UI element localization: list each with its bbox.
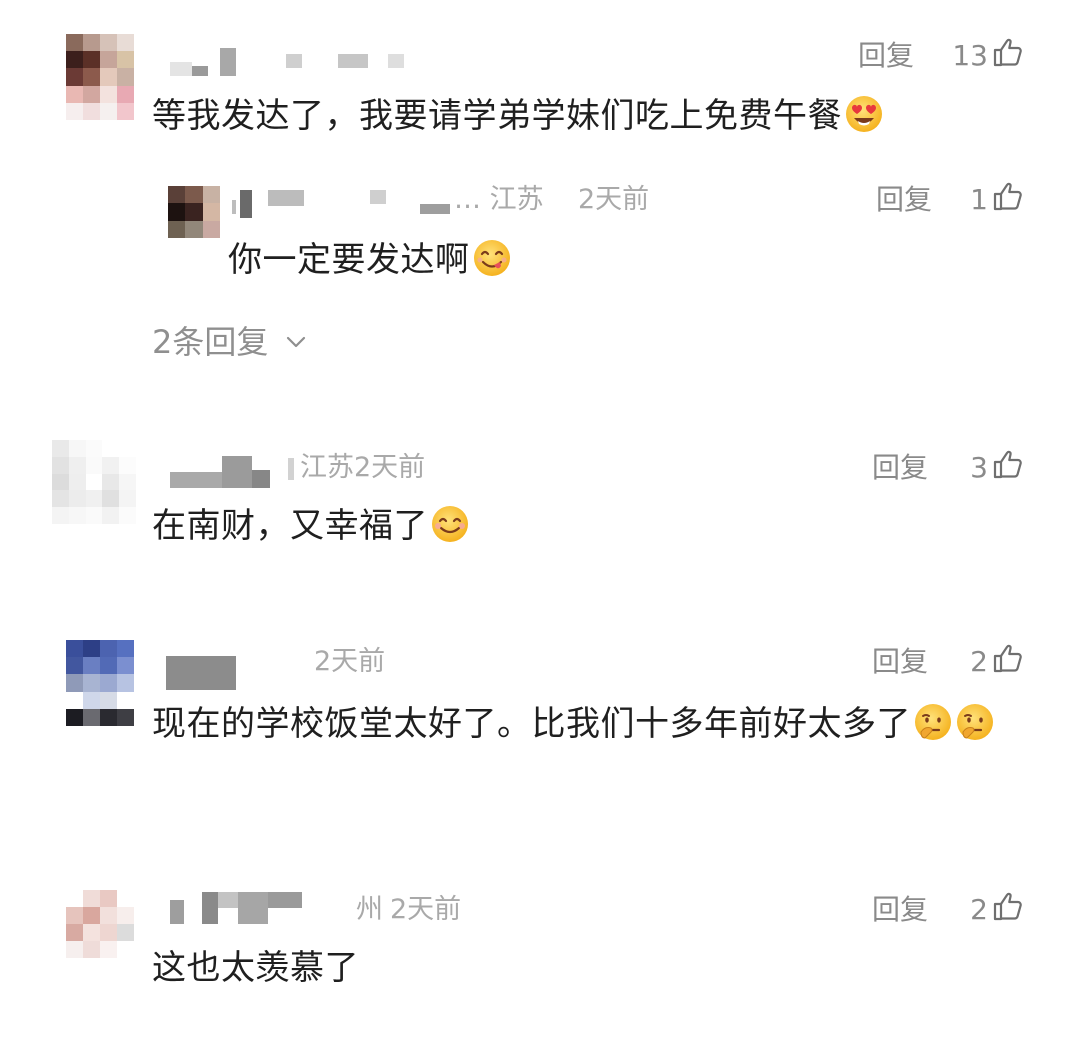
location-label: 江苏 <box>300 452 354 483</box>
thumbs-up-icon[interactable] <box>992 890 1024 922</box>
comment-text: 在南财，又幸福了 <box>152 502 470 550</box>
timestamp: 2天前 <box>354 452 426 483</box>
comment-text: 这也太羡慕了 <box>152 948 359 988</box>
reply-button[interactable]: 回复 <box>872 644 928 680</box>
reply-button[interactable]: 回复 <box>876 182 932 218</box>
like-count: 3 <box>970 451 988 484</box>
reply-button[interactable]: 回复 <box>872 892 928 928</box>
avatar[interactable] <box>66 890 134 958</box>
thumbs-up-icon[interactable] <box>992 180 1024 212</box>
like-count: 2 <box>970 645 988 678</box>
avatar[interactable] <box>66 34 134 120</box>
like-count: 2 <box>970 893 988 926</box>
like-count: 13 <box>952 39 988 72</box>
reply-text: 你一定要发达啊 <box>228 236 512 284</box>
location-label: 州 <box>356 894 383 925</box>
location-label: … 江苏 <box>454 184 544 215</box>
heart-eyes-emoji <box>846 96 882 132</box>
like-count: 1 <box>970 183 988 216</box>
thumbs-up-icon[interactable] <box>992 642 1024 674</box>
comment-text: 现在的学校饭堂太好了。比我们十多年前好太多了 <box>152 696 1032 752</box>
thinking-emoji <box>957 704 993 740</box>
reply-button[interactable]: 回复 <box>858 38 914 74</box>
reply-button[interactable]: 回复 <box>872 450 928 486</box>
timestamp: 2天前 <box>390 894 462 925</box>
chevron-down-icon <box>286 336 305 348</box>
thumbs-up-icon[interactable] <box>992 448 1024 480</box>
timestamp: 2天前 <box>578 184 650 215</box>
expand-replies-button[interactable]: 2条回复 <box>152 320 307 364</box>
avatar[interactable] <box>66 640 134 726</box>
avatar[interactable] <box>168 186 220 238</box>
thinking-emoji <box>915 704 951 740</box>
timestamp: 2天前 <box>314 646 386 677</box>
avatar[interactable] <box>52 440 136 524</box>
comment-text: 等我发达了，我要请学弟学妹们吃上免费午餐 <box>152 92 884 140</box>
smile-emoji <box>432 506 468 542</box>
yum-emoji <box>473 240 510 276</box>
thumbs-up-icon[interactable] <box>992 36 1024 68</box>
